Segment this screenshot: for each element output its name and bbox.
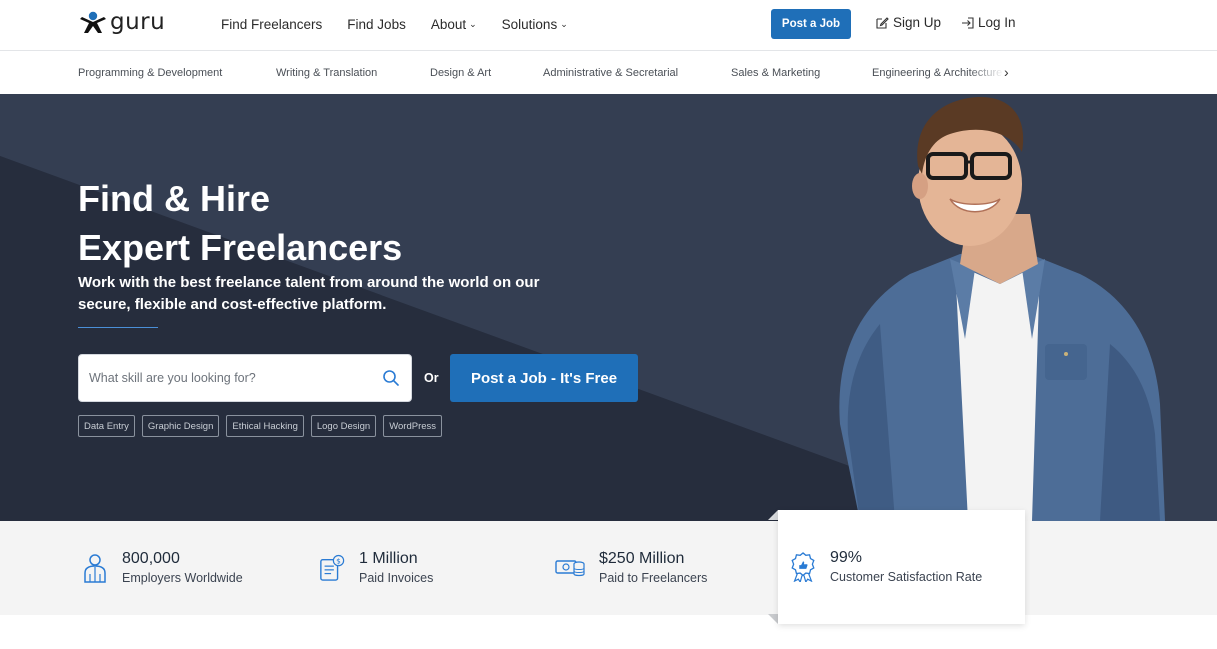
nav-find-jobs[interactable]: Find Jobs bbox=[347, 17, 406, 32]
card-fold-top bbox=[768, 510, 778, 520]
svg-text:$: $ bbox=[336, 556, 341, 565]
employer-icon bbox=[84, 554, 106, 583]
edit-icon bbox=[876, 16, 889, 29]
nav-label: Find Freelancers bbox=[221, 16, 323, 32]
category-administrative[interactable]: Administrative & Secretarial bbox=[543, 67, 678, 79]
stat-value: 1 Million bbox=[359, 550, 418, 567]
nav-about[interactable]: About ⌄ bbox=[431, 17, 477, 32]
category-sales[interactable]: Sales & Marketing bbox=[731, 67, 820, 79]
category-design[interactable]: Design & Art bbox=[430, 67, 491, 79]
skill-search-box bbox=[78, 354, 412, 402]
skill-search-input[interactable] bbox=[89, 355, 369, 401]
skill-tag[interactable]: Ethical Hacking bbox=[226, 415, 304, 437]
nav-label: Find Jobs bbox=[347, 16, 406, 32]
skill-tag[interactable]: Data Entry bbox=[78, 415, 135, 437]
stat-employers: 800,000 Employers Worldwide bbox=[82, 549, 243, 585]
stat-label: Paid to Freelancers bbox=[599, 571, 708, 585]
hero-divider bbox=[78, 327, 158, 328]
chevron-down-icon: ⌄ bbox=[469, 18, 477, 29]
stats-bar: 800,000 Employers Worldwide $ 1 Million … bbox=[0, 521, 1217, 615]
log-in-link[interactable]: Log In bbox=[961, 15, 1016, 30]
skill-tag[interactable]: Graphic Design bbox=[141, 415, 220, 437]
hero-section: Find & Hire Expert Freelancers Work with… bbox=[0, 94, 1217, 521]
guru-logo-icon bbox=[80, 11, 106, 33]
money-icon bbox=[555, 560, 585, 577]
guru-logo[interactable]: guru bbox=[78, 9, 166, 36]
category-fade bbox=[968, 52, 1004, 94]
invoice-icon: $ bbox=[320, 554, 345, 581]
award-icon bbox=[791, 552, 815, 582]
popular-skill-tags: Data Entry Graphic Design Ethical Hackin… bbox=[78, 415, 443, 437]
stat-paid: $250 Million Paid to Freelancers bbox=[555, 549, 707, 585]
hero-title: Find & Hire Expert Freelancers bbox=[78, 174, 402, 272]
nav-label: Solutions bbox=[501, 16, 558, 32]
stat-value: 800,000 bbox=[122, 550, 180, 567]
site-header: guru Find Freelancers Find Jobs About ⌄ S… bbox=[0, 0, 1217, 51]
category-programming[interactable]: Programming & Development bbox=[78, 67, 222, 79]
or-label: Or bbox=[424, 371, 439, 385]
sign-up-label: Sign Up bbox=[893, 15, 942, 30]
post-job-button[interactable]: Post a Job bbox=[771, 9, 851, 39]
nav-find-freelancers[interactable]: Find Freelancers bbox=[221, 17, 322, 32]
freelancer-photo bbox=[839, 96, 1165, 521]
category-writing[interactable]: Writing & Translation bbox=[276, 67, 377, 79]
main-nav: Find Freelancers Find Jobs About ⌄ Soluti… bbox=[221, 0, 593, 48]
satisfaction-card: 99% Customer Satisfaction Rate bbox=[778, 510, 1025, 624]
log-in-label: Log In bbox=[978, 15, 1016, 30]
stat-label: Customer Satisfaction Rate bbox=[830, 570, 983, 584]
stat-label: Employers Worldwide bbox=[122, 571, 243, 585]
stat-satisfaction: 99% Customer Satisfaction Rate bbox=[790, 548, 982, 584]
skill-tag[interactable]: Logo Design bbox=[310, 415, 377, 437]
stat-value: $250 Million bbox=[599, 550, 685, 567]
skill-tag[interactable]: WordPress bbox=[383, 415, 443, 437]
login-icon bbox=[962, 16, 974, 29]
chevron-right-icon[interactable]: › bbox=[1004, 64, 1009, 80]
chevron-down-icon: ⌄ bbox=[560, 18, 568, 29]
category-bar: Programming & Development Writing & Tran… bbox=[0, 52, 1217, 94]
search-icon[interactable] bbox=[382, 369, 400, 387]
stat-invoices: $ 1 Million Paid Invoices bbox=[319, 549, 433, 585]
post-job-free-button[interactable]: Post a Job - It's Free bbox=[450, 354, 638, 402]
hero-title-line2: Expert Freelancers bbox=[78, 227, 403, 268]
card-fold-bottom bbox=[768, 614, 778, 624]
stat-value: 99% bbox=[830, 549, 863, 566]
sign-up-link[interactable]: Sign Up bbox=[875, 15, 941, 30]
nav-label: About bbox=[430, 16, 467, 32]
hero-subtitle: Work with the best freelance talent from… bbox=[78, 274, 540, 313]
hero-title-line1: Find & Hire bbox=[78, 178, 271, 219]
logo-text: guru bbox=[110, 9, 166, 35]
nav-solutions[interactable]: Solutions ⌄ bbox=[502, 17, 568, 32]
stat-label: Paid Invoices bbox=[359, 571, 434, 585]
